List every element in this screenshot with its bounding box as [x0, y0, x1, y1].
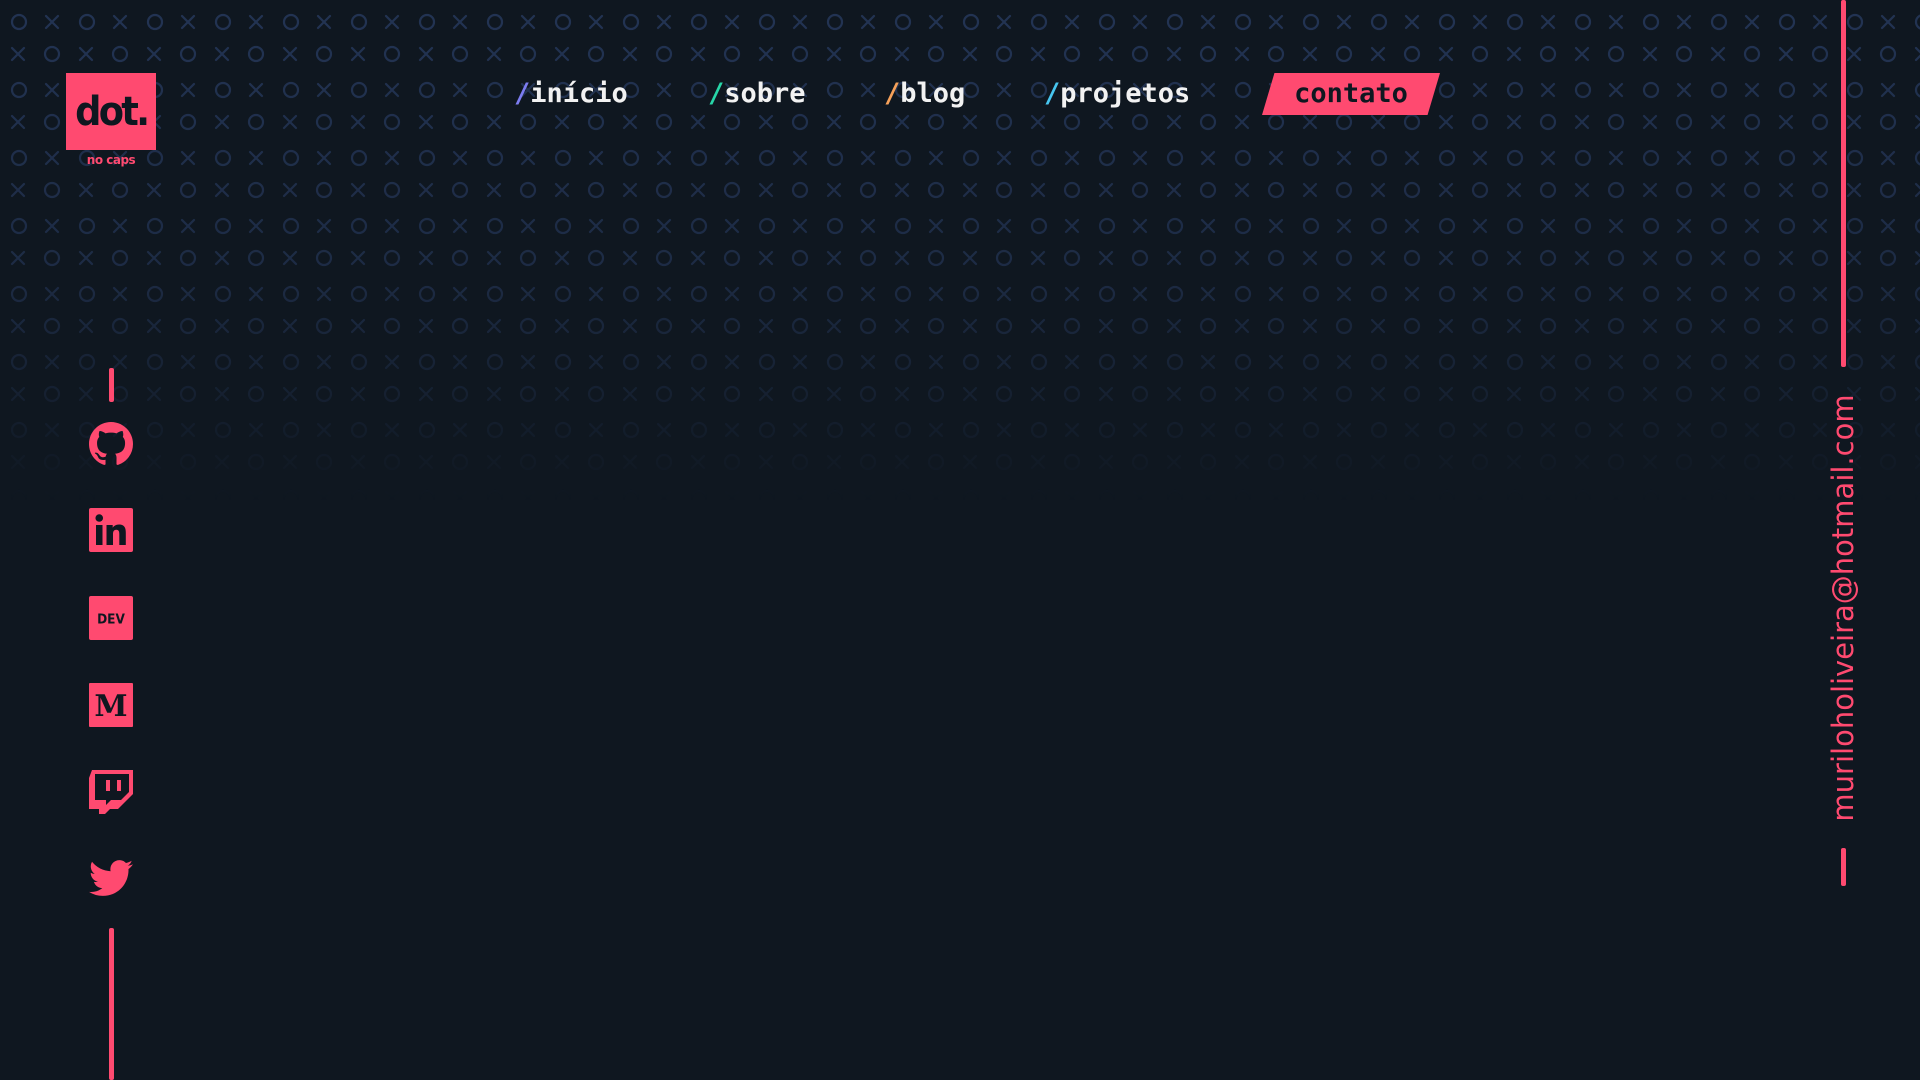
nav-link-inicio[interactable]: /início	[514, 72, 628, 116]
nav-slash: /	[884, 78, 901, 109]
dev-to-link[interactable]: DEV	[89, 596, 133, 640]
nav-link-projetos[interactable]: /projetos	[1044, 72, 1190, 116]
social-line-bottom	[109, 928, 114, 1080]
nav-label: início	[530, 78, 628, 109]
github-link[interactable]	[89, 422, 133, 466]
email-line-bottom	[1841, 848, 1846, 886]
linkedin-link[interactable]	[89, 508, 133, 552]
twitch-icon	[89, 770, 133, 814]
nav-link-blog[interactable]: /blog	[884, 72, 965, 116]
medium-icon: M	[89, 683, 133, 727]
medium-icon-text: M	[94, 689, 127, 724]
social-line-top	[109, 368, 114, 402]
contact-button[interactable]: contato	[1262, 73, 1440, 115]
nav-link-sobre[interactable]: /sobre	[708, 72, 806, 116]
dev-icon: DEV	[89, 596, 133, 640]
page: dot. no caps /início /sobre /blog /proje…	[0, 0, 1920, 1080]
nav-label: projetos	[1060, 78, 1191, 109]
twitch-link[interactable]	[89, 770, 133, 814]
logo-tagline: no caps	[86, 153, 136, 167]
github-icon	[89, 422, 133, 465]
logo[interactable]: dot.	[66, 73, 156, 150]
nav-label: blog	[900, 78, 966, 109]
logo-text: dot.	[74, 88, 150, 135]
nav-slash: /	[514, 78, 531, 109]
nav-slash: /	[708, 78, 725, 109]
contact-button-label: contato	[1294, 78, 1408, 109]
medium-link[interactable]: M	[89, 683, 133, 727]
dev-icon-text: DEV	[97, 612, 125, 628]
email-line-top	[1841, 0, 1846, 367]
twitter-link[interactable]	[89, 856, 133, 900]
nav-slash: /	[1044, 78, 1061, 109]
nav-label: sobre	[724, 78, 806, 109]
email-link[interactable]: muriloholiveira@hotmail.com	[1826, 394, 1860, 821]
linkedin-icon	[89, 508, 133, 552]
twitter-icon	[89, 860, 133, 896]
